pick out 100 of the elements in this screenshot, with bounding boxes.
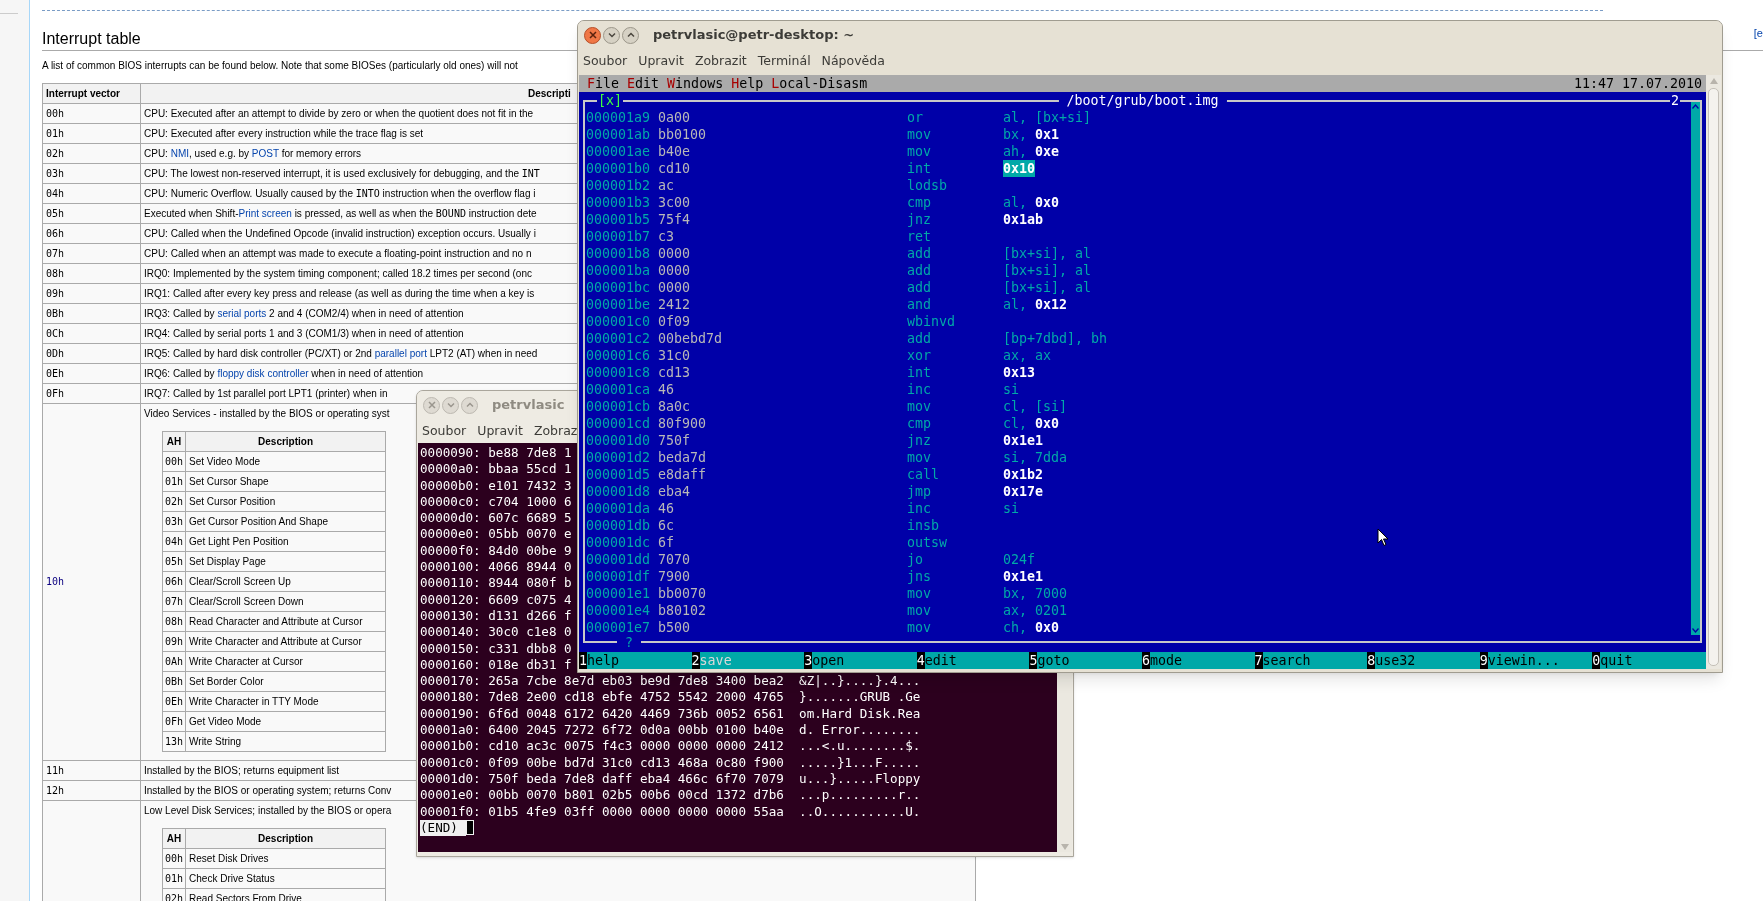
table-cell: 01h: [162, 868, 186, 888]
menu-item[interactable]: Soubor: [421, 421, 468, 441]
link[interactable]: POST: [251, 147, 279, 159]
function-key[interactable]: 6mode: [1141, 652, 1255, 669]
terminal-line: 00001e0: 00bb 0070 b801 02b5 00b6 00cd 1372 d7b6 ...p.........r..: [420, 787, 921, 804]
menu-item[interactable]: Soubor: [582, 51, 629, 71]
minimize-button[interactable]: [603, 26, 620, 44]
menu-item[interactable]: Upravit: [637, 51, 685, 71]
function-key[interactable]: 0quit: [1592, 652, 1705, 669]
disasm-operand: si: [1003, 500, 1019, 517]
disasm-mnemonic: jns: [907, 569, 932, 584]
description-text: CPU: Executed after an attempt to divide by zero or when the quotient does not fit in the: [144, 107, 534, 119]
disasm-bytes: 2412: [658, 296, 692, 313]
disasm-bytes: 46: [658, 381, 675, 398]
disasm-mnemonic: inc: [907, 501, 932, 516]
disasm-address: 000001b0: [586, 160, 652, 177]
terminal-line: 00001c0: 0f09 00be bd7d 31c0 cd13 468a 0c80 f900 .....}1...F.....: [420, 754, 921, 771]
maximize-button[interactable]: [622, 26, 639, 44]
disasm-bytes: 8a0c: [658, 398, 692, 415]
table-cell: Set Cursor Position: [185, 491, 386, 511]
vector-link[interactable]: 10h: [46, 576, 65, 587]
disasm-address: 000001cd: [586, 415, 652, 432]
disasm-mnemonic: mov: [907, 603, 932, 618]
table-cell: Set Display Page: [185, 551, 386, 571]
disasm-mnemonic: cmp: [907, 416, 932, 431]
disasm-mnemonic: jo: [907, 552, 923, 567]
description-text: Video Services - installed by the BIOS or operating syst: [144, 407, 390, 419]
disasm-mnemonic: mov: [907, 450, 932, 465]
scroll-thumb[interactable]: [1708, 88, 1719, 666]
disasm-operand: cl, [si]: [1003, 398, 1068, 415]
vector-text: 09h: [46, 287, 65, 299]
pager-prompt: (END): [420, 819, 466, 837]
function-key[interactable]: 7search: [1254, 652, 1368, 669]
clock-text: 11:47 17.07.2010: [1573, 75, 1702, 92]
description-text: IRQ1: Called after every key press and release (as well as during the time when a key is: [144, 287, 535, 299]
table-cell: Set Video Mode: [185, 451, 386, 471]
menu-item[interactable]: Nápověda: [820, 51, 886, 71]
link[interactable]: NMI: [170, 147, 189, 159]
disasm-bytes: 3c00: [658, 194, 692, 211]
disasm-address: 000001dd: [586, 551, 652, 568]
scroll-down-icon[interactable]: [1692, 628, 1699, 633]
disasm-bytes: c3: [658, 228, 675, 245]
disasm-bytes: 6c: [658, 517, 675, 534]
menu-item[interactable]: Zobrazit: [693, 51, 748, 71]
vector-text: 00h: [46, 107, 65, 119]
column-header: Description: [185, 828, 386, 848]
disasm-mnemonic: mov: [907, 586, 932, 601]
table-cell: Get Light Pen Position: [185, 531, 386, 551]
description-text: IRQ5: Called by hard disk controller (PC/XT) or 2nd parallel port LPT2 (AT) when in need: [144, 347, 538, 359]
function-key[interactable]: 5goto: [1029, 652, 1142, 669]
terminal-line: 00001d0: 750f beda 7de8 daff eba4 466c 6f70 7079 u...}.....Floppy: [420, 770, 921, 788]
disasm-bytes: ac: [658, 177, 675, 194]
disasm-operand: 0x17e: [1003, 483, 1044, 500]
disasm-bytes: bb0100: [658, 126, 708, 143]
table-cell: 00h: [162, 451, 186, 471]
vector-text: 0Dh: [46, 347, 65, 359]
disasm-bytes: 750f: [658, 432, 692, 449]
link[interactable]: parallel port: [374, 347, 427, 359]
link[interactable]: floppy disk controller: [217, 367, 309, 379]
terminal-line: 0000110: 8944 080f b: [420, 575, 572, 592]
intro-text: A list of common BIOS interrupts can be found below. Note that some BIOSes (particularly old ones) will not: [42, 58, 518, 73]
menu-item[interactable]: Upravit: [476, 421, 524, 441]
menu-item[interactable]: Zobraz: [532, 421, 579, 441]
disasm-operand: ah, 0xe: [1003, 143, 1060, 160]
table-cell: 0Bh: [162, 671, 186, 691]
terminal-line: 0000120: 6609 c075 4: [420, 591, 572, 608]
close-button[interactable]: [584, 26, 601, 44]
disasm-bytes: cd10: [658, 160, 692, 177]
description-text: CPU: Numeric Overflow. Usually caused by the INTO instruction when the overflow flag i: [144, 187, 536, 199]
edit-link[interactable]: [e: [1753, 25, 1763, 42]
terminal-line: 0000130: d131 d266 f: [420, 607, 572, 625]
vector-text: 12h: [46, 784, 65, 796]
function-key[interactable]: 4edit: [916, 652, 1030, 669]
disasm-bytes: e8daff: [658, 466, 708, 483]
terminal-line: 0000100: 4066 8944 0: [420, 559, 572, 576]
function-key[interactable]: 3open: [804, 652, 917, 669]
table-cell: Check Drive Status: [185, 868, 386, 888]
menu-item[interactable]: Terminál: [756, 51, 812, 71]
close-button[interactable]: [x]: [597, 92, 624, 109]
function-key[interactable]: 9viewin...: [1479, 652, 1593, 669]
disasm-mnemonic: and: [907, 297, 932, 312]
table-cell: 02h: [162, 491, 186, 511]
scroll-up-icon[interactable]: [1692, 104, 1699, 109]
description-text: IRQ3: Called by serial ports 2 and 4 (COM2/4) when in need of attention: [144, 307, 464, 319]
disasm-bytes: b40e: [658, 143, 692, 160]
link[interactable]: serial ports: [217, 307, 267, 319]
vector-text: 05h: [46, 207, 65, 219]
disasm-bytes: beda7d: [658, 449, 708, 466]
disasm-operand: 024f: [1003, 551, 1036, 568]
disasm-address: 000001ab: [586, 126, 652, 143]
disasm-bytes: 0000: [658, 245, 692, 262]
function-key[interactable]: 1help: [579, 652, 692, 669]
disasm-bytes: 75f4: [658, 211, 692, 228]
terminal-line: 00000c0: c704 1000 6: [420, 493, 572, 511]
disasm-bytes: 00bebd7d: [658, 330, 724, 347]
table-cell: 02h: [162, 888, 186, 901]
link[interactable]: Print screen: [238, 207, 292, 219]
disasm-operand: [bx+si], al: [1003, 262, 1092, 279]
function-key[interactable]: 8use32: [1367, 652, 1480, 669]
table-cell: 05h: [162, 551, 186, 571]
